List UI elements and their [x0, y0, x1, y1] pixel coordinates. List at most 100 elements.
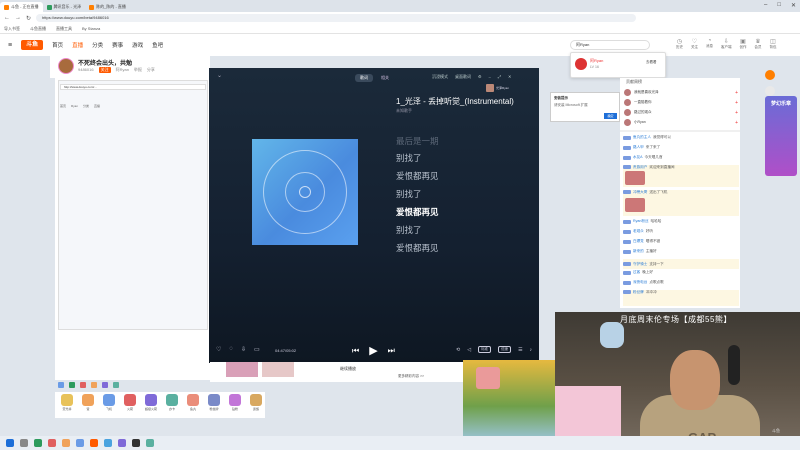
rank-row[interactable]: 一直陪着你 + — [624, 98, 738, 107]
message-button[interactable]: ◔ 消息 — [706, 38, 713, 50]
gift-item[interactable]: 火箭 — [121, 392, 139, 418]
search-icon[interactable] — [20, 439, 28, 447]
plus-icon[interactable]: + — [735, 120, 738, 126]
next-icon[interactable]: ⏭ — [388, 346, 395, 356]
rank-row[interactable]: 路过的观众 + — [624, 108, 738, 117]
quality-button[interactable]: 标准 — [478, 346, 492, 353]
gift-item[interactable]: 粉丝牌 — [205, 392, 223, 418]
user-avatar[interactable] — [575, 58, 587, 70]
app-icon[interactable] — [48, 439, 56, 447]
download-icon[interactable]: ⇩ — [241, 346, 246, 353]
gift-item[interactable]: 飞机 — [100, 392, 118, 418]
app-icon[interactable] — [118, 439, 126, 447]
nav-live[interactable]: 直播 — [72, 41, 83, 49]
create-button[interactable]: ▣ 创作 — [740, 38, 747, 50]
app-icon[interactable] — [80, 382, 86, 388]
streamer-name[interactable]: 阿Ryan — [116, 67, 129, 73]
backpack-button[interactable]: ◫ 背包 — [770, 38, 777, 50]
app-icon[interactable] — [146, 439, 154, 447]
collapse-chevron-icon[interactable]: ⌄ — [217, 72, 222, 79]
mini-user[interactable]: 光泽Ryan — [486, 84, 509, 92]
back-icon[interactable]: ← — [4, 15, 10, 21]
artist-name[interactable]: 未知歌手 — [396, 108, 412, 114]
gift-item[interactable]: 钻粉 — [226, 392, 244, 418]
client-button[interactable]: ⇩ 客户端 — [721, 38, 732, 50]
history-button[interactable]: ◷ 历史 — [676, 38, 683, 50]
app-icon[interactable] — [102, 382, 108, 388]
douyu-logo[interactable]: 斗鱼 — [21, 40, 44, 50]
gift-item[interactable]: 荧光棒 — [58, 392, 76, 418]
minimize-icon[interactable]: – — [489, 74, 491, 80]
bookmark-item[interactable]: By Stanza — [82, 26, 100, 31]
refresh-icon[interactable]: ↻ — [26, 15, 31, 22]
app-icon[interactable] — [113, 382, 119, 388]
settings-icon[interactable]: ⚙ — [478, 74, 482, 80]
app-icon[interactable] — [104, 439, 112, 447]
popup-ok-button[interactable]: 确定 — [604, 113, 617, 119]
video-thumbnail[interactable] — [226, 362, 258, 377]
tab-lyrics[interactable]: 歌词 — [355, 74, 373, 82]
rank-row[interactable]: 我就是喜欢光泽 + — [624, 88, 738, 97]
side-circle-button[interactable] — [765, 86, 775, 96]
douyu-icon[interactable] — [90, 439, 98, 447]
playlist-icon[interactable]: ☰ — [518, 347, 522, 353]
close-icon[interactable]: ✕ — [791, 2, 796, 9]
report-link[interactable]: 举报 — [134, 67, 142, 73]
browser-icon[interactable] — [76, 439, 84, 447]
menu-icon[interactable]: ≡ — [8, 42, 12, 49]
side-circle-button[interactable] — [765, 70, 775, 80]
gift-item[interactable]: 鱼丸 — [184, 392, 202, 418]
gift-item[interactable]: 超级火箭 — [142, 392, 160, 418]
browser-tab-2[interactable]: 陈的_陈的 - 直播 — [85, 2, 130, 12]
gift-item[interactable]: 赞 — [79, 392, 97, 418]
user-card-button[interactable]: 去看看 — [646, 60, 657, 65]
nav-home[interactable]: 首页 — [52, 41, 63, 49]
previous-icon[interactable]: ⏮ — [352, 346, 359, 356]
loop-icon[interactable]: ⟲ — [456, 347, 460, 353]
ad-banner[interactable]: 梦幻乐章 — [765, 96, 797, 176]
speed-button[interactable]: 倍速 — [498, 346, 512, 353]
video-thumbnail[interactable] — [262, 362, 294, 377]
maximize-icon[interactable]: □ — [777, 2, 781, 9]
follow-button[interactable]: ♡ 关注 — [691, 38, 698, 50]
app-icon[interactable] — [132, 439, 140, 447]
url-input[interactable]: https://www.douyu.com/beta/9486016 — [36, 14, 637, 22]
desktop-lyrics-button[interactable]: 桌面歌词 — [455, 74, 471, 80]
heart-icon[interactable]: ♡ — [216, 346, 221, 353]
plus-icon[interactable]: + — [735, 90, 738, 96]
share-link[interactable]: 分享 — [147, 67, 155, 73]
nav-fishbar[interactable]: 鱼吧 — [152, 41, 163, 49]
app-icon[interactable] — [58, 382, 64, 388]
immersive-button[interactable]: 沉浸模式 — [432, 74, 448, 80]
app-icon[interactable] — [34, 439, 42, 447]
gift-item[interactable]: 办卡 — [163, 392, 181, 418]
close-icon[interactable]: ✕ — [508, 74, 511, 80]
app-icon[interactable] — [69, 382, 75, 388]
windows-start-icon[interactable] — [6, 439, 14, 447]
strip-note[interactable]: 更多精彩内容 >> — [398, 374, 424, 379]
fullscreen-icon[interactable]: ⤢ — [498, 74, 501, 80]
bookmark-item[interactable]: 导入书签 — [4, 26, 20, 32]
follow-button[interactable]: 关注 — [98, 67, 111, 73]
rank-title[interactable]: 贡献周榜 — [626, 79, 642, 85]
app-icon[interactable] — [91, 382, 97, 388]
bookmark-item[interactable]: 斗鱼直播 — [30, 26, 46, 32]
browser-tab-0[interactable]: 斗鱼 - 正在直播 — [0, 2, 43, 12]
play-icon[interactable]: ▶ — [369, 344, 377, 357]
minimize-icon[interactable]: – — [764, 2, 767, 9]
nav-games[interactable]: 游戏 — [132, 41, 143, 49]
plus-icon[interactable]: + — [735, 100, 738, 106]
rank-row[interactable]: 小Ryan + — [624, 118, 738, 127]
streamer-avatar[interactable] — [58, 58, 74, 74]
tab-related[interactable]: 相关 — [376, 74, 394, 82]
user-card-name[interactable]: 阿Ryan — [590, 58, 603, 64]
plus-icon[interactable]: + — [735, 110, 738, 116]
forward-icon[interactable]: → — [15, 15, 21, 21]
vip-button[interactable]: ♛ 会员 — [755, 38, 762, 50]
more-icon[interactable]: ▭ — [254, 346, 260, 353]
search-input[interactable]: 阿Ryan — [570, 40, 650, 50]
browser-tab-1[interactable]: 腾讯音乐 - 光泽 — [43, 2, 86, 12]
app-icon[interactable] — [62, 439, 70, 447]
volume-icon[interactable]: ◁ — [467, 347, 471, 353]
nav-category[interactable]: 分类 — [92, 41, 103, 49]
